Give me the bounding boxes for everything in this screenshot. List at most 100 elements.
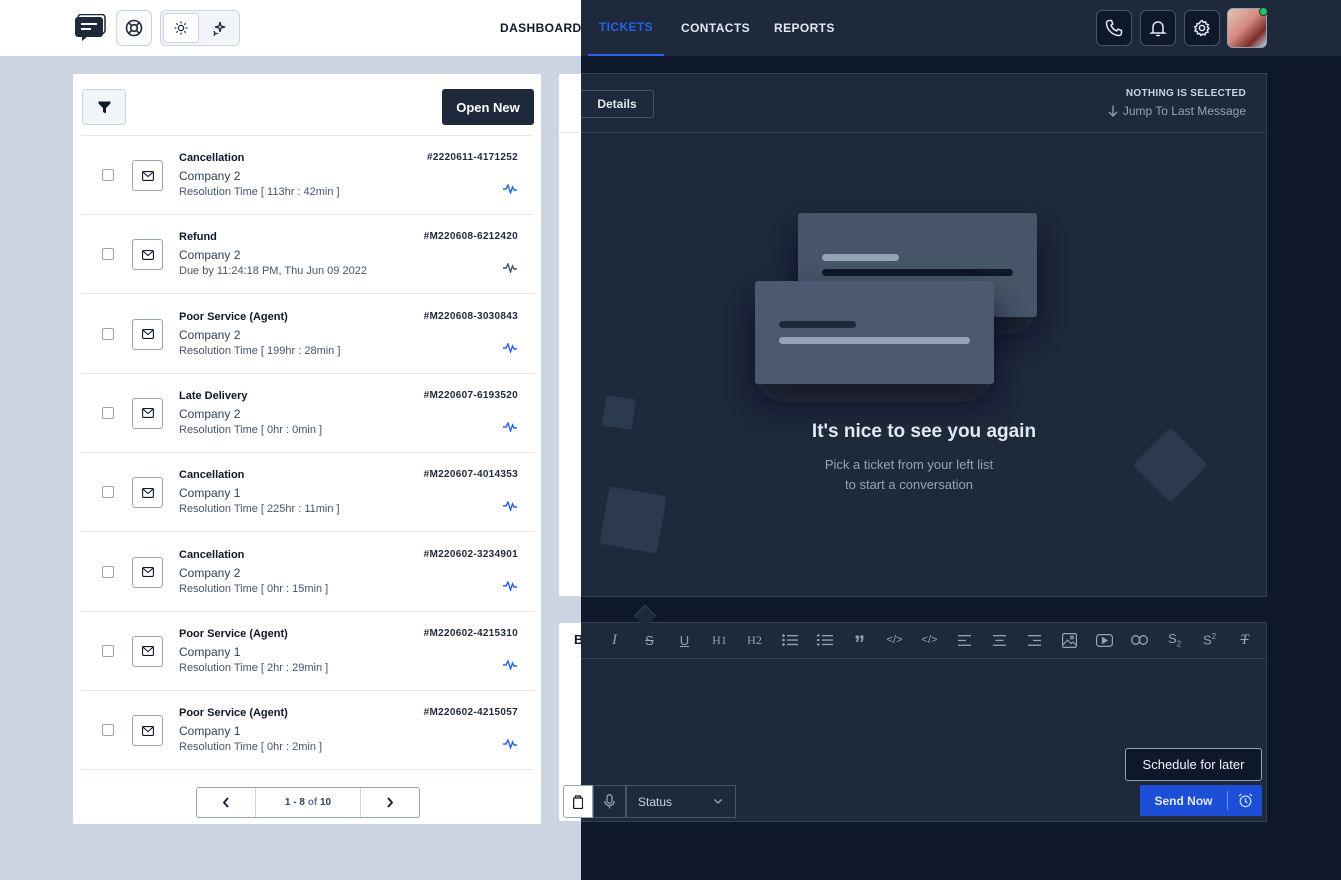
insert-video-button[interactable] — [1087, 628, 1122, 652]
jump-to-last-label: Jump To Last Message — [1122, 104, 1246, 118]
attach-button[interactable] — [563, 785, 593, 818]
filter-button[interactable] — [82, 89, 126, 125]
bullet-list-button[interactable] — [772, 628, 807, 652]
italic-button[interactable]: I — [597, 628, 632, 652]
details-tab[interactable]: Details — [581, 90, 654, 118]
underline-button[interactable]: U — [667, 628, 702, 652]
ticket-subject: Cancellation — [179, 548, 245, 561]
heading-2-button[interactable]: H2 — [737, 628, 772, 652]
heading-1-button[interactable]: H1 — [702, 628, 737, 652]
strikethrough-button[interactable]: S — [632, 628, 667, 652]
activity-icon — [503, 421, 517, 432]
superscript-button[interactable]: S2 — [1192, 628, 1227, 652]
align-left-button[interactable] — [947, 628, 982, 652]
nav-tickets[interactable]: TICKETS — [588, 0, 664, 56]
quote-button[interactable]: ” — [842, 628, 877, 656]
activity-icon — [503, 184, 517, 194]
ticket-checkbox[interactable] — [102, 327, 114, 340]
greeting-title: It's nice to see you again — [811, 421, 1037, 442]
ticket-subject: Refund — [179, 231, 217, 244]
ticket-subject: Cancellation — [179, 469, 245, 482]
insert-image-button[interactable] — [1052, 628, 1087, 652]
ticket-timing: Resolution Time [ 0hr : 2min ] — [179, 741, 323, 754]
nav-dashboard[interactable]: DASHBOARD — [500, 0, 582, 56]
activity-icon — [503, 501, 517, 512]
schedule-for-later-option[interactable]: Schedule for later — [1125, 748, 1262, 781]
ticket-checkbox[interactable] — [102, 644, 114, 657]
notifications-button[interactable] — [1140, 10, 1176, 46]
jump-to-last-message-link[interactable]: Jump To Last Message — [1108, 104, 1246, 118]
ticket-checkbox[interactable] — [102, 486, 114, 499]
avatar[interactable] — [1227, 7, 1268, 48]
activity-icon — [503, 580, 517, 591]
mail-icon — [141, 725, 154, 736]
nav-reports[interactable]: REPORTS — [774, 0, 835, 56]
prev-page-button[interactable] — [197, 788, 255, 817]
nav-contacts[interactable]: CONTACTS — [681, 0, 750, 56]
help-button[interactable] — [116, 10, 152, 46]
email-channel-badge — [132, 715, 163, 747]
email-channel-badge — [132, 318, 163, 350]
ticket-timing: Resolution Time [ 0hr : 15min ] — [179, 582, 329, 595]
ticket-row[interactable]: Late Delivery Company 2 Resolution Time [ … — [81, 374, 534, 453]
light-theme-button[interactable] — [163, 13, 199, 43]
lifebuoy-icon — [125, 19, 143, 37]
ticket-row[interactable]: Cancellation Company 1 Resolution Time [ 2… — [81, 453, 534, 533]
chevron-left-icon — [222, 797, 229, 808]
insert-link-button[interactable] — [1122, 628, 1157, 652]
open-new-button[interactable]: Open New — [442, 89, 534, 125]
superscript-icon: S2 — [1202, 632, 1217, 648]
status-select[interactable]: Status — [626, 785, 736, 818]
activity-icon — [503, 739, 517, 750]
ticket-company: Company 2 — [179, 169, 241, 183]
code-block-button[interactable]: </> — [912, 628, 947, 652]
voice-record-button[interactable] — [593, 785, 626, 818]
ticket-timing: Resolution Time [ 2hr : 29min ] — [179, 661, 329, 674]
ticket-row[interactable]: Refund Company 2 Due by 11:24:18 PM, Thu J… — [81, 215, 534, 295]
conversation-panel-light-edge — [558, 73, 581, 597]
schedule-button[interactable] — [1228, 793, 1262, 808]
ticket-checkbox[interactable] — [102, 406, 114, 419]
ordered-list-button[interactable] — [807, 628, 842, 652]
phone-button[interactable] — [1096, 10, 1132, 46]
mail-icon — [141, 249, 154, 260]
ticket-checkbox[interactable] — [102, 565, 114, 578]
ticket-id: #M220602-4215310 — [423, 627, 518, 639]
ticket-subject: Poor Service (Agent) — [179, 707, 288, 720]
ordered-list-icon — [816, 634, 833, 646]
next-page-button[interactable] — [361, 788, 419, 817]
settings-button[interactable] — [1184, 10, 1220, 46]
ticket-row[interactable]: Cancellation Company 2 Resolution Time [ 1… — [81, 136, 534, 215]
chevron-down-icon — [714, 799, 722, 804]
ticket-id: #M220602-3234901 — [423, 548, 518, 560]
ticket-checkbox[interactable] — [102, 169, 114, 181]
email-channel-badge — [132, 397, 163, 429]
mail-icon — [141, 408, 154, 419]
ticket-row[interactable]: Poor Service (Agent) Company 2 Resolution … — [81, 295, 534, 374]
strikethrough-icon: S — [645, 632, 654, 648]
ticket-checkbox[interactable] — [102, 248, 114, 261]
code-button[interactable]: </> — [877, 628, 912, 652]
mail-icon — [141, 487, 154, 498]
align-right-button[interactable] — [1017, 628, 1052, 652]
bell-icon — [1149, 21, 1167, 37]
align-center-button[interactable] — [982, 628, 1017, 652]
ticket-row[interactable]: Poor Service (Agent) Company 1 Resolution … — [81, 612, 534, 691]
empty-state-illustration — [600, 213, 1207, 553]
ticket-subject: Late Delivery — [179, 389, 248, 402]
ticket-id: #2220611-4171252 — [426, 152, 518, 163]
ticket-row[interactable]: Poor Service (Agent) Company 1 Resolution … — [81, 691, 534, 771]
underline-icon: U — [679, 632, 690, 648]
clear-format-button[interactable]: T — [1227, 628, 1262, 652]
code-icon: </> — [886, 634, 903, 646]
dark-theme-button[interactable] — [201, 13, 237, 43]
subscript-button[interactable]: S2 — [1157, 628, 1192, 652]
ticket-checkbox[interactable] — [102, 724, 114, 737]
microphone-icon — [604, 794, 615, 809]
email-channel-badge — [132, 477, 163, 509]
ticket-subject: Poor Service (Agent) — [179, 627, 288, 640]
chat-logo-icon[interactable] — [74, 13, 106, 42]
ticket-row[interactable]: Cancellation Company 2 Resolution Time [ 0… — [81, 533, 534, 612]
send-now-button[interactable]: Send Now — [1140, 794, 1227, 808]
mail-icon — [141, 329, 154, 340]
